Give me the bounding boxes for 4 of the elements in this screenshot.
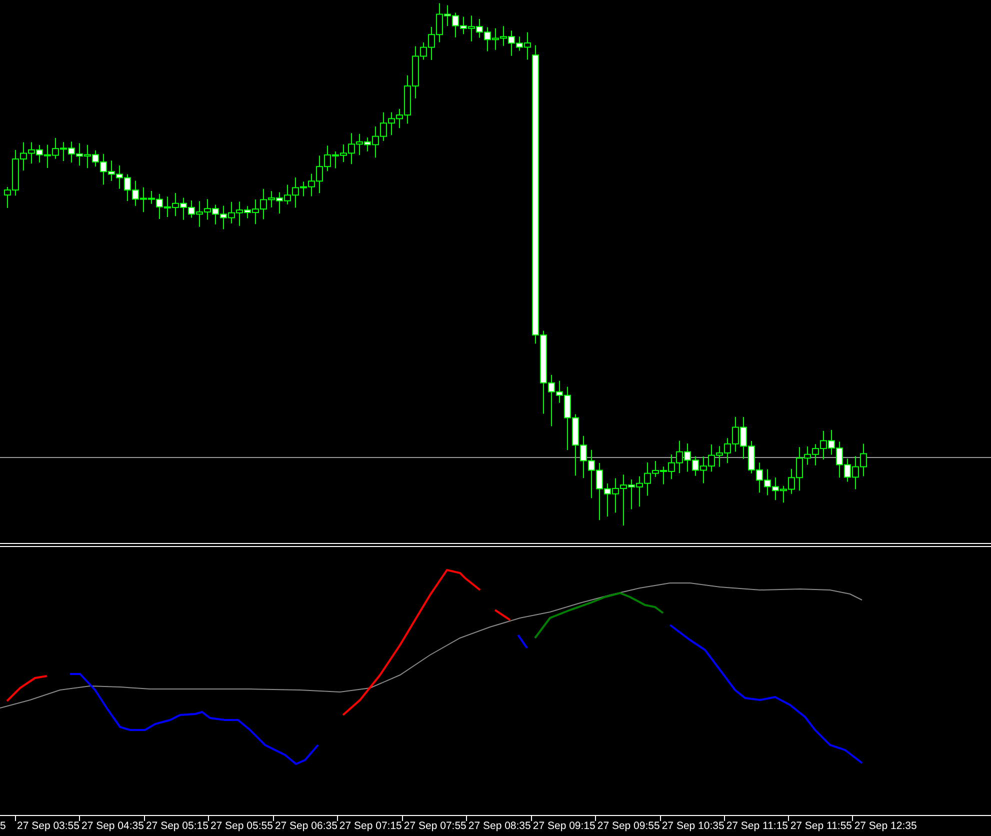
indicator-line xyxy=(494,609,511,621)
indicator-line xyxy=(517,634,528,649)
time-axis-label: 5 xyxy=(0,819,7,834)
indicator-line xyxy=(6,675,48,702)
